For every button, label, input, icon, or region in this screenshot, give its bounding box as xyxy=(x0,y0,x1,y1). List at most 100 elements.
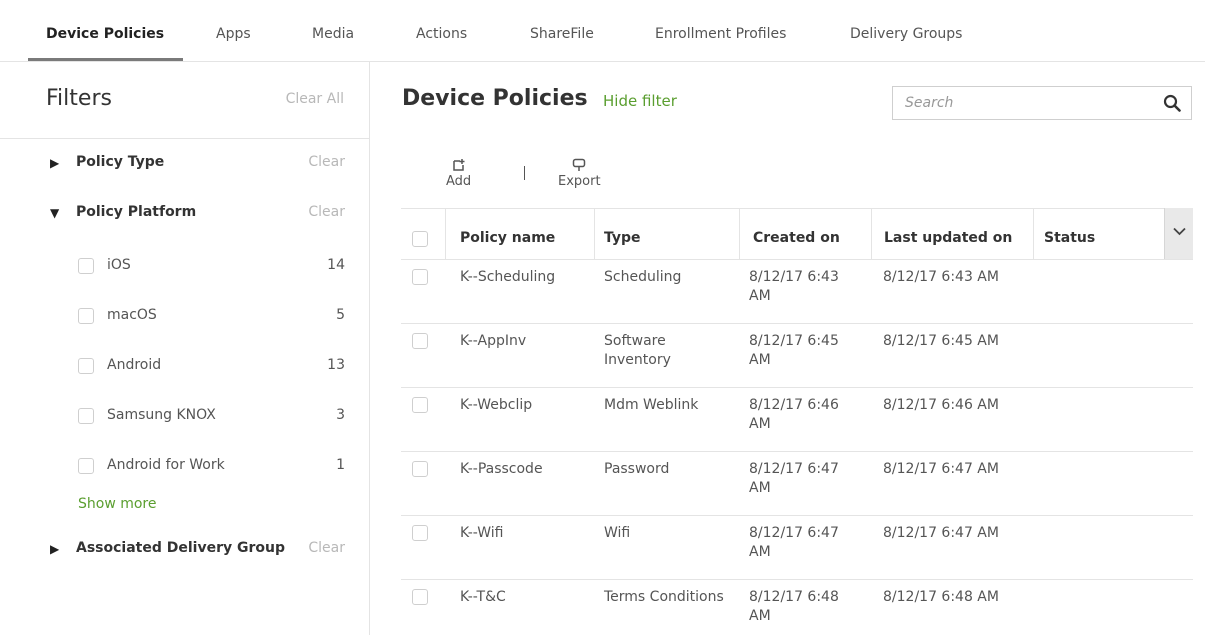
clear-link[interactable]: Clear xyxy=(308,540,345,556)
cell-last-updated-on: 8/12/17 6:45 AM xyxy=(883,333,999,349)
option-label: Android for Work xyxy=(107,457,225,473)
add-button[interactable]: Add xyxy=(446,158,471,189)
column-divider xyxy=(739,209,740,260)
tab-enrollment-profiles[interactable]: Enrollment Profiles xyxy=(655,26,786,42)
column-header-status[interactable]: Status xyxy=(1044,230,1095,246)
add-label: Add xyxy=(446,174,472,189)
checkbox[interactable] xyxy=(78,458,94,474)
column-divider xyxy=(1033,209,1034,260)
table-row[interactable]: K--Passcode Password 8/12/17 6:47 AM 8/1… xyxy=(401,452,1193,516)
cell-last-updated-on: 8/12/17 6:47 AM xyxy=(883,461,999,477)
search-input[interactable]: Search xyxy=(905,95,953,111)
option-label: Samsung KNOX xyxy=(107,407,216,423)
table-row[interactable]: K--T&C Terms Conditions 8/12/17 6:48 AM … xyxy=(401,580,1193,635)
cell-last-updated-on: 8/12/17 6:46 AM xyxy=(883,397,999,413)
cell-type: Mdm Weblink xyxy=(604,397,699,413)
expand-triangle-icon: ▶ xyxy=(50,542,60,556)
tab-actions[interactable]: Actions xyxy=(416,26,467,42)
column-header-last-updated-on[interactable]: Last updated on xyxy=(884,230,1012,246)
table-header: Policy name Type Created on Last updated… xyxy=(401,208,1193,260)
tab-delivery-groups[interactable]: Delivery Groups xyxy=(850,26,962,42)
row-checkbox[interactable] xyxy=(412,269,428,285)
column-divider xyxy=(594,209,595,260)
cell-policy-name[interactable]: K--Wifi xyxy=(460,524,504,543)
active-tab-indicator xyxy=(28,58,183,61)
tab-media[interactable]: Media xyxy=(312,26,354,42)
option-count: 13 xyxy=(327,357,345,373)
table-row[interactable]: K--Scheduling Scheduling 8/12/17 6:43 AM… xyxy=(401,260,1193,324)
show-more-link[interactable]: Show more xyxy=(78,496,157,512)
cell-created-on: 8/12/17 6:43 AM xyxy=(749,269,839,304)
row-checkbox[interactable] xyxy=(412,589,428,605)
search-box[interactable]: Search xyxy=(892,86,1192,120)
column-chooser-button[interactable] xyxy=(1164,208,1193,259)
platform-option-macos[interactable]: macOS 5 xyxy=(0,305,369,329)
tab-device-policies[interactable]: Device Policies xyxy=(46,26,164,42)
filters-title: Filters xyxy=(46,86,112,111)
column-divider xyxy=(871,209,872,260)
cell-last-updated-on: 8/12/17 6:43 AM xyxy=(883,269,999,285)
filter-section-label: Associated Delivery Group xyxy=(76,540,285,556)
select-all-checkbox[interactable] xyxy=(412,231,428,247)
table-row[interactable]: K--Wifi Wifi 8/12/17 6:47 AM 8/12/17 6:4… xyxy=(401,516,1193,580)
row-checkbox[interactable] xyxy=(412,333,428,349)
platform-option-android-for-work[interactable]: Android for Work 1 xyxy=(0,455,369,479)
row-checkbox[interactable] xyxy=(412,461,428,477)
cell-policy-name[interactable]: K--T&C xyxy=(460,588,506,607)
option-label: macOS xyxy=(107,307,157,323)
cell-type: Password xyxy=(604,461,670,477)
filter-section-policy-platform[interactable]: ▼ Policy Platform Clear xyxy=(0,202,369,226)
expand-triangle-icon: ▶ xyxy=(50,156,60,170)
row-checkbox[interactable] xyxy=(412,525,428,541)
column-header-type[interactable]: Type xyxy=(604,230,641,246)
cell-type: Wifi xyxy=(604,525,631,541)
clear-all-link[interactable]: Clear All xyxy=(286,91,344,107)
cell-type: Software Inventory xyxy=(604,333,671,368)
column-header-created-on[interactable]: Created on xyxy=(753,230,840,246)
table-row[interactable]: K--Webclip Mdm Weblink 8/12/17 6:46 AM 8… xyxy=(401,388,1193,452)
export-icon xyxy=(573,158,586,171)
platform-option-ios[interactable]: iOS 14 xyxy=(0,255,369,279)
column-header-policy-name[interactable]: Policy name xyxy=(460,230,555,246)
filter-section-policy-type[interactable]: ▶ Policy Type Clear xyxy=(0,152,369,176)
table-row[interactable]: K--AppInv Software Inventory 8/12/17 6:4… xyxy=(401,324,1193,388)
filter-section-associated-delivery-group[interactable]: ▶ Associated Delivery Group Clear xyxy=(0,538,369,562)
clear-link[interactable]: Clear xyxy=(308,154,345,170)
hide-filter-link[interactable]: Hide filter xyxy=(603,92,677,110)
platform-option-samsung-knox[interactable]: Samsung KNOX 3 xyxy=(0,405,369,429)
cell-created-on: 8/12/17 6:47 AM xyxy=(749,461,839,496)
filters-header: Filters Clear All xyxy=(0,62,369,139)
cell-last-updated-on: 8/12/17 6:47 AM xyxy=(883,525,999,541)
top-tab-bar: Device Policies Apps Media Actions Share… xyxy=(0,0,1205,62)
search-icon[interactable] xyxy=(1163,94,1181,112)
cell-created-on: 8/12/17 6:45 AM xyxy=(749,333,839,368)
cell-policy-name[interactable]: K--Webclip xyxy=(460,396,532,415)
platform-option-android[interactable]: Android 13 xyxy=(0,355,369,379)
checkbox[interactable] xyxy=(78,258,94,274)
tab-apps[interactable]: Apps xyxy=(216,26,251,42)
filters-sidebar: Filters Clear All ▶ Policy Type Clear ▼ … xyxy=(0,62,370,635)
clear-link[interactable]: Clear xyxy=(308,204,345,220)
option-count: 3 xyxy=(336,407,345,423)
cell-policy-name[interactable]: K--AppInv xyxy=(460,332,526,351)
option-count: 14 xyxy=(327,257,345,273)
filter-section-label: Policy Type xyxy=(76,154,165,170)
cell-type: Terms Conditions xyxy=(604,589,724,605)
checkbox[interactable] xyxy=(78,358,94,374)
add-icon xyxy=(452,159,465,171)
column-divider xyxy=(445,209,446,260)
row-checkbox[interactable] xyxy=(412,397,428,413)
tab-sharefile[interactable]: ShareFile xyxy=(530,26,594,42)
cell-last-updated-on: 8/12/17 6:48 AM xyxy=(883,589,999,605)
export-button[interactable]: Export xyxy=(558,158,601,189)
checkbox[interactable] xyxy=(78,408,94,424)
chevron-down-icon xyxy=(1173,227,1186,236)
option-count: 5 xyxy=(336,307,345,323)
cell-created-on: 8/12/17 6:47 AM xyxy=(749,525,839,560)
option-label: iOS xyxy=(107,257,131,273)
page-title: Device Policies xyxy=(402,86,588,111)
cell-policy-name[interactable]: K--Passcode xyxy=(460,460,543,479)
checkbox[interactable] xyxy=(78,308,94,324)
cell-policy-name[interactable]: K--Scheduling xyxy=(460,268,555,287)
action-separator xyxy=(524,166,525,180)
